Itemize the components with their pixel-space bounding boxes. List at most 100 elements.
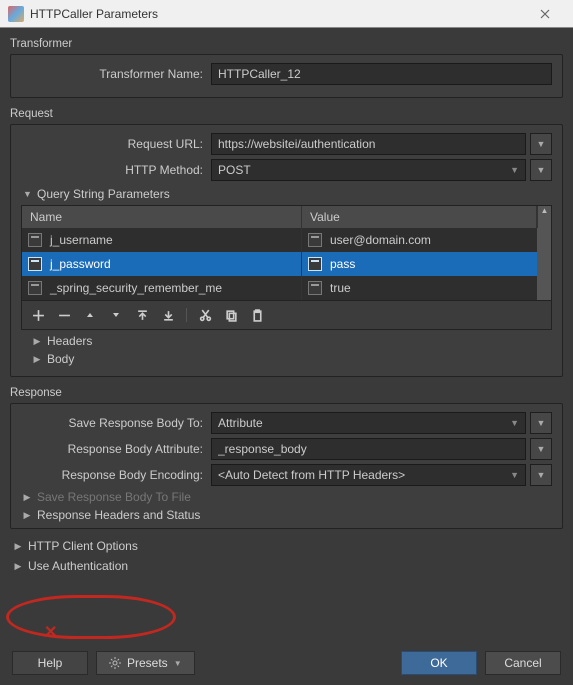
http-method-dropdown[interactable]: POST ▼ bbox=[211, 159, 526, 181]
save-to-file-label: Save Response Body To File bbox=[37, 490, 191, 504]
save-body-to-menu-button[interactable]: ▼ bbox=[530, 412, 552, 434]
headers-label: Headers bbox=[47, 334, 92, 348]
titlebar: HTTPCaller Parameters bbox=[0, 0, 573, 28]
response-section-label: Response bbox=[10, 387, 563, 399]
cancel-button[interactable]: Cancel bbox=[485, 651, 561, 675]
col-name[interactable]: Name bbox=[22, 206, 302, 228]
body-enc-menu-button[interactable]: ▼ bbox=[530, 464, 552, 486]
help-button[interactable]: Help bbox=[12, 651, 88, 675]
field-icon bbox=[28, 281, 42, 295]
move-bottom-button[interactable] bbox=[160, 307, 176, 323]
cell-value[interactable]: true bbox=[302, 276, 537, 300]
table-row[interactable]: j_passwordpass bbox=[22, 252, 551, 276]
http-client-options-label: HTTP Client Options bbox=[28, 539, 138, 553]
add-row-button[interactable] bbox=[30, 307, 46, 323]
close-button[interactable] bbox=[525, 2, 565, 26]
field-icon bbox=[28, 257, 42, 271]
use-authentication-header[interactable]: Use Authentication bbox=[14, 559, 563, 573]
scrollbar-track[interactable] bbox=[537, 252, 551, 276]
request-url-menu-button[interactable]: ▼ bbox=[530, 133, 552, 155]
scrollbar-track[interactable] bbox=[537, 228, 551, 252]
chevron-down-icon: ▼ bbox=[537, 444, 546, 454]
chevron-down-icon: ▼ bbox=[510, 165, 519, 175]
chevron-down-icon: ▼ bbox=[537, 139, 546, 149]
response-panel: Save Response Body To: Attribute ▼ ▼ Res… bbox=[10, 403, 563, 529]
field-icon bbox=[308, 257, 322, 271]
headers-header[interactable]: Headers bbox=[33, 334, 552, 348]
chevron-down-icon: ▼ bbox=[537, 165, 546, 175]
paste-button[interactable] bbox=[249, 307, 265, 323]
save-body-to-value: Attribute bbox=[218, 416, 263, 430]
body-enc-dropdown[interactable]: <Auto Detect from HTTP Headers> ▼ bbox=[211, 464, 526, 486]
save-to-file-header: Save Response Body To File bbox=[23, 490, 552, 504]
gear-icon bbox=[109, 657, 121, 669]
table-toolbar bbox=[22, 300, 551, 329]
cut-button[interactable] bbox=[197, 307, 213, 323]
window-title: HTTPCaller Parameters bbox=[30, 7, 525, 21]
close-icon bbox=[540, 9, 550, 19]
table-header: Name Value ▲ bbox=[22, 206, 551, 228]
request-url-label: Request URL: bbox=[21, 137, 211, 151]
http-client-options-header[interactable]: HTTP Client Options bbox=[14, 539, 563, 553]
disclosure-closed-icon bbox=[14, 541, 22, 552]
table-row[interactable]: j_usernameuser@domain.com bbox=[22, 228, 551, 252]
move-down-button[interactable] bbox=[108, 307, 124, 323]
chevron-down-icon: ▼ bbox=[510, 418, 519, 428]
remove-row-button[interactable] bbox=[56, 307, 72, 323]
cell-name[interactable]: j_username bbox=[22, 228, 302, 252]
save-body-to-label: Save Response Body To: bbox=[21, 416, 211, 430]
transformer-section-label: Transformer bbox=[10, 38, 563, 50]
field-icon bbox=[308, 233, 322, 247]
ok-button[interactable]: OK bbox=[401, 651, 477, 675]
disclosure-closed-icon bbox=[33, 354, 41, 365]
field-icon bbox=[308, 281, 322, 295]
presets-button[interactable]: Presets ▼ bbox=[96, 651, 195, 675]
body-header[interactable]: Body bbox=[33, 352, 552, 366]
field-icon bbox=[28, 233, 42, 247]
chevron-down-icon: ▼ bbox=[510, 470, 519, 480]
scrollbar[interactable]: ▲ bbox=[537, 206, 551, 228]
copy-button[interactable] bbox=[223, 307, 239, 323]
disclosure-open-icon bbox=[23, 189, 31, 199]
col-value[interactable]: Value bbox=[302, 206, 537, 228]
move-up-button[interactable] bbox=[82, 307, 98, 323]
headers-status-header[interactable]: Response Headers and Status bbox=[23, 508, 552, 522]
table-row[interactable]: _spring_security_remember_metrue bbox=[22, 276, 551, 300]
scrollbar-track[interactable] bbox=[537, 276, 551, 300]
disclosure-closed-icon bbox=[23, 492, 31, 503]
chevron-down-icon: ▼ bbox=[174, 659, 182, 668]
transformer-panel: Transformer Name: bbox=[10, 54, 563, 98]
cell-name[interactable]: _spring_security_remember_me bbox=[22, 276, 302, 300]
http-method-label: HTTP Method: bbox=[21, 163, 211, 177]
cell-value[interactable]: pass bbox=[302, 252, 537, 276]
disclosure-closed-icon bbox=[33, 336, 41, 347]
body-enc-value: <Auto Detect from HTTP Headers> bbox=[218, 468, 405, 482]
body-attr-menu-button[interactable]: ▼ bbox=[530, 438, 552, 460]
divider bbox=[186, 308, 187, 322]
headers-status-label: Response Headers and Status bbox=[37, 508, 200, 522]
body-attr-input[interactable] bbox=[211, 438, 526, 460]
query-params-header[interactable]: Query String Parameters bbox=[23, 187, 552, 201]
http-method-value: POST bbox=[218, 163, 251, 177]
body-enc-label: Response Body Encoding: bbox=[21, 468, 211, 482]
app-icon bbox=[8, 6, 24, 22]
http-method-menu-button[interactable]: ▼ bbox=[530, 159, 552, 181]
chevron-down-icon: ▼ bbox=[537, 418, 546, 428]
transformer-name-label: Transformer Name: bbox=[21, 67, 211, 81]
request-section-label: Request bbox=[10, 108, 563, 120]
query-params-label: Query String Parameters bbox=[37, 187, 170, 201]
dialog-footer: Help Presets ▼ OK Cancel bbox=[10, 641, 563, 685]
use-authentication-label: Use Authentication bbox=[28, 559, 128, 573]
transformer-name-input[interactable] bbox=[211, 63, 552, 85]
cell-name[interactable]: j_password bbox=[22, 252, 302, 276]
move-top-button[interactable] bbox=[134, 307, 150, 323]
query-params-table: Name Value ▲ j_usernameuser@domain.comj_… bbox=[21, 205, 552, 330]
cell-value[interactable]: user@domain.com bbox=[302, 228, 537, 252]
save-body-to-dropdown[interactable]: Attribute ▼ bbox=[211, 412, 526, 434]
request-url-input[interactable] bbox=[211, 133, 526, 155]
request-panel: Request URL: ▼ HTTP Method: POST ▼ ▼ Que… bbox=[10, 124, 563, 377]
body-attr-label: Response Body Attribute: bbox=[21, 442, 211, 456]
disclosure-closed-icon bbox=[14, 561, 22, 572]
scroll-up-icon: ▲ bbox=[541, 206, 549, 215]
disclosure-closed-icon bbox=[23, 510, 31, 521]
